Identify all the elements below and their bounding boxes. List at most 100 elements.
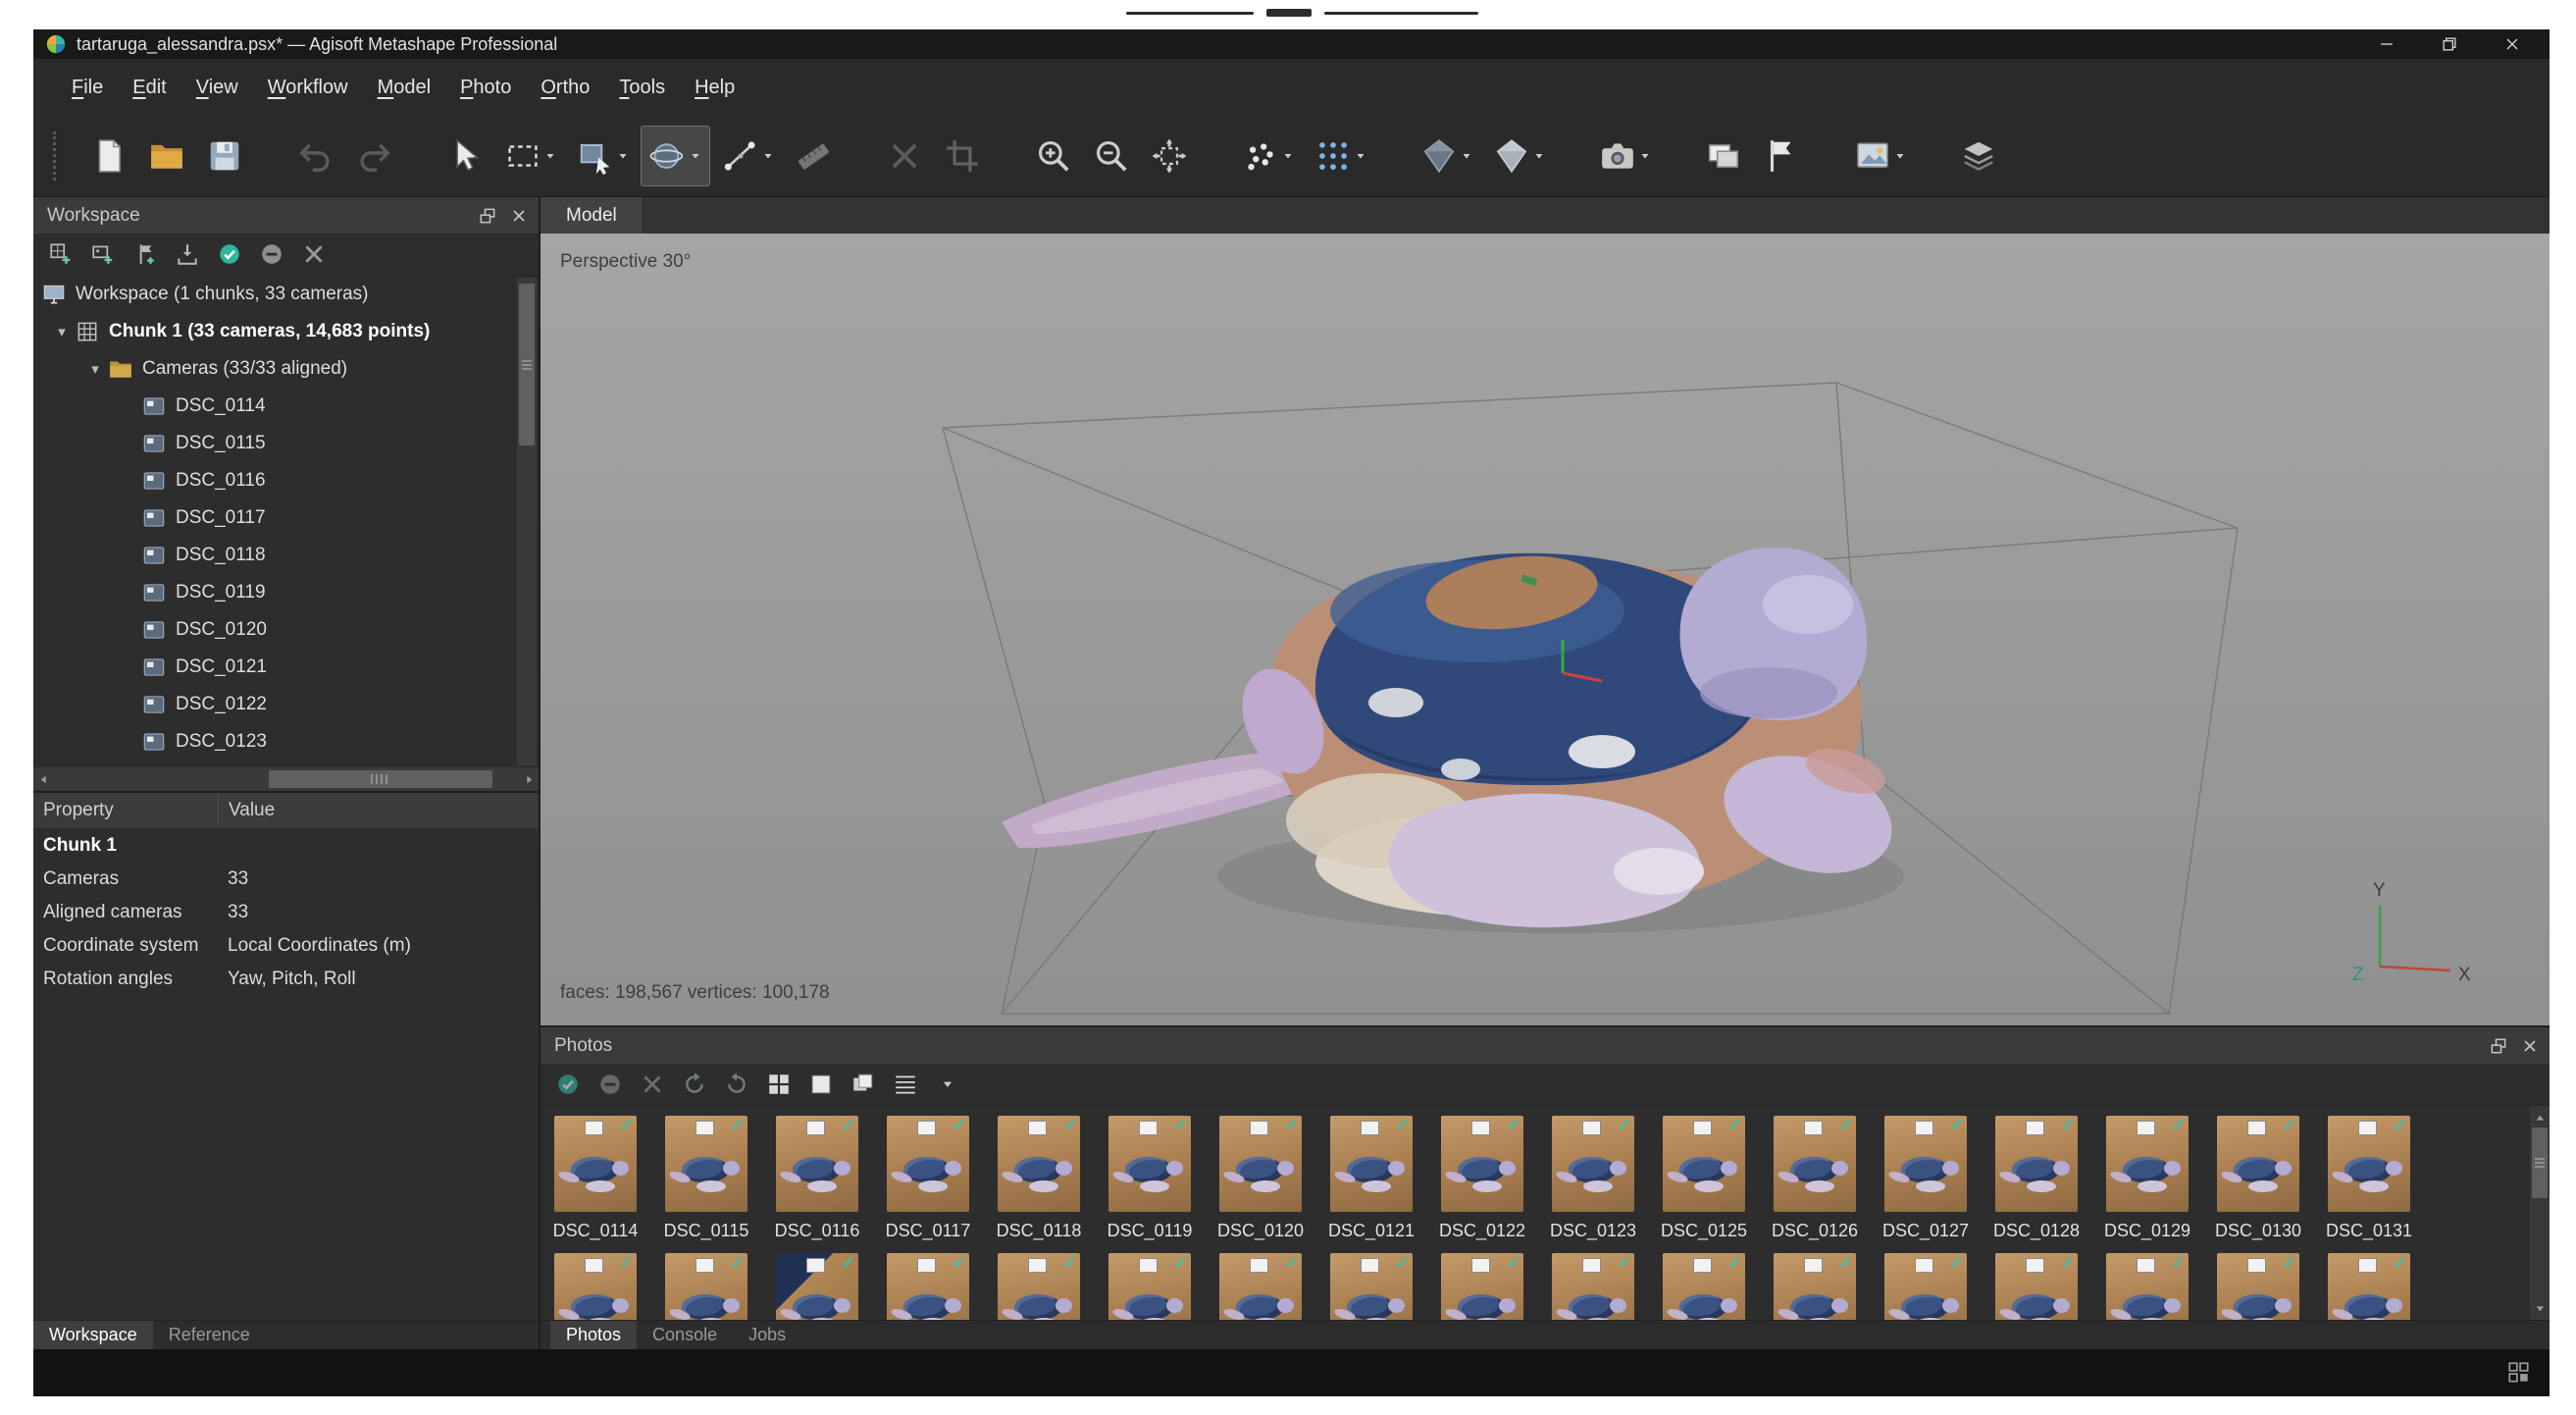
- menu-tools[interactable]: Tools: [604, 77, 680, 99]
- photo-thumb-row2-12[interactable]: ✓: [1772, 1253, 1858, 1320]
- photo-thumb-row2-13[interactable]: ✓: [1882, 1253, 1969, 1320]
- menu-file[interactable]: File: [57, 77, 118, 99]
- photo-thumb-row2-4[interactable]: ✓: [885, 1253, 971, 1320]
- float-panel-button[interactable]: [478, 206, 497, 226]
- photo-thumbnail-image[interactable]: ✓: [1995, 1116, 2078, 1212]
- photo-thumbnail-image[interactable]: ✓: [887, 1253, 969, 1320]
- photo-thumb-dsc-0116[interactable]: ✓DSC_0116: [774, 1116, 860, 1241]
- photo-thumb-dsc-0122[interactable]: ✓DSC_0122: [1439, 1116, 1525, 1241]
- measure-button[interactable]: [786, 126, 841, 186]
- reset-view-button[interactable]: [1142, 126, 1197, 186]
- photo-thumbnail-image[interactable]: ✓: [1552, 1253, 1634, 1320]
- enable-cameras-button[interactable]: [548, 1067, 588, 1102]
- tree-horizontal-scroll-thumb[interactable]: [269, 770, 492, 788]
- photo-thumb-row2-16[interactable]: ✓: [2215, 1253, 2301, 1320]
- photo-thumb-dsc-0125[interactable]: ✓DSC_0125: [1661, 1116, 1747, 1241]
- photo-thumb-dsc-0123[interactable]: ✓DSC_0123: [1550, 1116, 1636, 1241]
- menu-help[interactable]: Help: [680, 77, 749, 99]
- photo-thumbnail-image[interactable]: ✓: [1663, 1253, 1745, 1320]
- photo-thumbnail-image[interactable]: ✓: [998, 1253, 1080, 1320]
- photo-thumb-dsc-0118[interactable]: ✓DSC_0118: [996, 1116, 1082, 1241]
- ruler-button[interactable]: [713, 126, 783, 186]
- photo-thumbnail-image[interactable]: ✓: [2328, 1253, 2410, 1320]
- disable-item-button[interactable]: [252, 236, 291, 272]
- float-panel-button[interactable]: [2489, 1036, 2508, 1056]
- add-marker-button[interactable]: [126, 236, 165, 272]
- photo-thumbnail-image[interactable]: ✓: [1774, 1116, 1856, 1212]
- property-row-chunk-1[interactable]: Chunk 1: [33, 829, 539, 863]
- menu-photo[interactable]: Photo: [445, 77, 526, 99]
- photo-thumbnail-image[interactable]: ✓: [998, 1116, 1080, 1212]
- tree-item-dsc-0119[interactable]: DSC_0119: [33, 574, 539, 611]
- zoom-in-button[interactable]: [1026, 126, 1081, 186]
- title-bar[interactable]: tartaruga_alessandra.psx* — Agisoft Meta…: [33, 29, 2550, 59]
- tree-horizontal-scrollbar[interactable]: [33, 767, 539, 791]
- photo-thumb-dsc-0127[interactable]: ✓DSC_0127: [1882, 1116, 1969, 1241]
- tree-item-dsc-0120[interactable]: DSC_0120: [33, 611, 539, 649]
- tree-item-cameras-33-33-aligned[interactable]: ▾Cameras (33/33 aligned): [33, 350, 539, 388]
- photo-thumb-dsc-0128[interactable]: ✓DSC_0128: [1993, 1116, 2080, 1241]
- ortho-layers-button[interactable]: [1951, 126, 2006, 186]
- photo-thumbnail-image[interactable]: ✓: [665, 1116, 747, 1212]
- rotate-object-button[interactable]: [641, 126, 710, 186]
- photo-thumbnail-image[interactable]: ✓: [1108, 1116, 1191, 1212]
- scroll-left-arrow-icon[interactable]: [33, 767, 53, 791]
- rotate-ccw-button[interactable]: [675, 1067, 714, 1102]
- photos-scroll-thumb[interactable]: [2532, 1127, 2548, 1198]
- photo-thumbnail-image[interactable]: ✓: [2328, 1116, 2410, 1212]
- window-layout-button[interactable]: [2506, 1360, 2532, 1386]
- photo-thumb-row2-9[interactable]: ✓: [1439, 1253, 1525, 1320]
- tree-item-dsc-0115[interactable]: DSC_0115: [33, 425, 539, 462]
- photo-thumb-row2-2[interactable]: ✓: [663, 1253, 749, 1320]
- menu-edit[interactable]: Edit: [118, 77, 180, 99]
- photo-thumb-dsc-0121[interactable]: ✓DSC_0121: [1328, 1116, 1415, 1241]
- redo-button[interactable]: [346, 126, 401, 186]
- markers-flag-button[interactable]: [1754, 126, 1809, 186]
- import-reference-button[interactable]: [168, 236, 207, 272]
- tree-item-dsc-0114[interactable]: DSC_0114: [33, 388, 539, 425]
- photo-thumb-row2-6[interactable]: ✓: [1107, 1253, 1193, 1320]
- navigation-arrow-button[interactable]: [438, 126, 492, 186]
- new-project-button[interactable]: [81, 126, 136, 186]
- photo-thumbnail-image[interactable]: ✓: [1663, 1116, 1745, 1212]
- tie-points-button[interactable]: [1306, 126, 1375, 186]
- model-shaded-button[interactable]: [1412, 126, 1481, 186]
- tree-item-dsc-0122[interactable]: DSC_0122: [33, 686, 539, 723]
- photo-thumb-row2-17[interactable]: ✓: [2326, 1253, 2412, 1320]
- photo-thumbnail-image[interactable]: ✓: [776, 1253, 858, 1320]
- tree-vertical-scrollbar[interactable]: [517, 278, 537, 765]
- caret-down-button[interactable]: [928, 1067, 967, 1102]
- tab-model[interactable]: Model: [541, 197, 644, 234]
- save-project-button[interactable]: [197, 126, 252, 186]
- photo-thumb-dsc-0131[interactable]: ✓DSC_0131: [2326, 1116, 2412, 1241]
- photo-thumb-dsc-0130[interactable]: ✓DSC_0130: [2215, 1116, 2301, 1241]
- delete-selection-button[interactable]: [877, 126, 932, 186]
- menu-workflow[interactable]: Workflow: [253, 77, 363, 99]
- tree-item-dsc-0118[interactable]: DSC_0118: [33, 537, 539, 574]
- maximize-button[interactable]: [2418, 29, 2481, 59]
- photo-thumbnail-image[interactable]: ✓: [2106, 1116, 2189, 1212]
- tree-item-dsc-0116[interactable]: DSC_0116: [33, 462, 539, 499]
- photo-thumbnail-image[interactable]: ✓: [1441, 1253, 1523, 1320]
- photo-thumbnail-image[interactable]: ✓: [1330, 1116, 1413, 1212]
- property-row-coordinate-system[interactable]: Coordinate systemLocal Coordinates (m): [33, 929, 539, 963]
- property-row-rotation-angles[interactable]: Rotation anglesYaw, Pitch, Roll: [33, 963, 539, 996]
- photo-thumb-row2-15[interactable]: ✓: [2104, 1253, 2190, 1320]
- menu-ortho[interactable]: Ortho: [526, 77, 604, 99]
- add-photos-button[interactable]: [83, 236, 123, 272]
- photo-thumbnail-image[interactable]: ✓: [1441, 1116, 1523, 1212]
- rectangle-selection-button[interactable]: [495, 126, 565, 186]
- zoom-out-button[interactable]: [1084, 126, 1139, 186]
- image-view-button[interactable]: [801, 1067, 841, 1102]
- expander-icon[interactable]: ▾: [49, 323, 75, 341]
- photo-thumb-dsc-0114[interactable]: ✓DSC_0114: [552, 1116, 639, 1241]
- photo-thumb-row2-1[interactable]: ✓: [552, 1253, 639, 1320]
- open-project-button[interactable]: [139, 126, 194, 186]
- photo-thumb-row2-3[interactable]: ✓: [774, 1253, 860, 1320]
- photo-thumbnail-image[interactable]: ✓: [1219, 1253, 1302, 1320]
- photo-thumbnail-image[interactable]: ✓: [887, 1116, 969, 1212]
- tree-item-chunk-1-33-cameras-14-683-points[interactable]: ▾Chunk 1 (33 cameras, 14,683 points): [33, 313, 539, 350]
- details-view-button[interactable]: [886, 1067, 925, 1102]
- disable-cameras-button[interactable]: [591, 1067, 630, 1102]
- photo-thumbnail-image[interactable]: ✓: [776, 1116, 858, 1212]
